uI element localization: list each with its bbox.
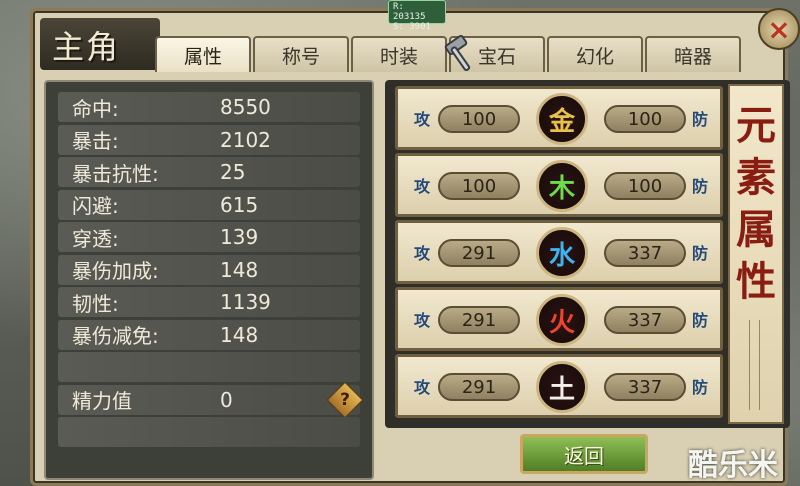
attack-tag: 攻 bbox=[413, 177, 430, 196]
attack-tag: 攻 bbox=[413, 311, 430, 330]
help-icon[interactable]: ? bbox=[326, 381, 364, 418]
metal-element-icon: 金 bbox=[536, 93, 588, 145]
tooltip-line-1: R: 203135 bbox=[393, 2, 426, 22]
stat-row-crit-damage-reduction: 暴伤减免: 148 bbox=[58, 319, 360, 350]
defense-value: 100 bbox=[604, 172, 686, 200]
defense-tag: 防 bbox=[691, 311, 708, 330]
stat-value: 25 bbox=[220, 160, 246, 184]
stat-value: 0 bbox=[220, 387, 233, 412]
watermark: 酷乐米 bbox=[688, 448, 778, 483]
attack-tag: 攻 bbox=[413, 244, 430, 263]
stat-row-empty bbox=[58, 417, 360, 447]
page-title: 主角 bbox=[52, 28, 121, 66]
stat-label: 精力值 bbox=[72, 389, 132, 413]
tab-attributes[interactable]: 属性 bbox=[155, 36, 251, 72]
stat-value: 148 bbox=[220, 322, 259, 347]
stat-row-penetration: 穿透: 139 bbox=[58, 222, 360, 252]
attack-value: 100 bbox=[438, 172, 520, 200]
attack-value: 100 bbox=[438, 105, 520, 133]
element-row-water: 攻 291 水 337 防 bbox=[395, 220, 723, 284]
stat-value: 1139 bbox=[220, 290, 271, 314]
defense-tag: 防 bbox=[691, 110, 708, 129]
stat-row-toughness: 韧性: 1139 bbox=[58, 287, 360, 317]
defense-value: 337 bbox=[604, 373, 686, 401]
stat-value: 139 bbox=[220, 225, 259, 249]
element-row-wood: 攻 100 木 100 防 bbox=[395, 153, 723, 217]
coordinate-tooltip: R: 203135 S: 3901 bbox=[388, 0, 446, 32]
stat-label: 暴击: bbox=[72, 129, 119, 153]
stat-row-hit: 命中: 8550 bbox=[58, 92, 360, 122]
stat-row-dodge: 闪避: 615 bbox=[58, 189, 360, 220]
stat-row-crit-resist: 暴击抗性: 25 bbox=[58, 157, 360, 187]
stat-label: 暴伤减免: bbox=[72, 324, 159, 348]
attack-tag: 攻 bbox=[413, 110, 430, 129]
tab-hidden-weapons[interactable]: 暗器 bbox=[645, 36, 741, 72]
water-element-icon: 水 bbox=[536, 227, 588, 279]
element-row-metal: 攻 100 金 100 防 bbox=[395, 86, 723, 150]
close-icon: × bbox=[767, 12, 791, 46]
defense-value: 100 bbox=[604, 105, 686, 133]
stat-row-energy: 精力值 0 ? bbox=[58, 381, 364, 418]
stat-label: 穿透: bbox=[72, 226, 119, 251]
stat-label: 闪避: bbox=[72, 194, 119, 218]
stat-label: 暴伤加成: bbox=[72, 259, 159, 283]
tab-titles[interactable]: 称号 bbox=[253, 36, 349, 72]
tab-fashion[interactable]: 时装 bbox=[351, 36, 447, 72]
defense-tag: 防 bbox=[691, 244, 708, 263]
close-button[interactable]: × bbox=[758, 8, 800, 50]
attack-value: 291 bbox=[438, 373, 520, 401]
scroll-inscription bbox=[744, 320, 768, 410]
wood-element-icon: 木 bbox=[536, 160, 588, 212]
attack-tag: 攻 bbox=[413, 378, 430, 397]
element-row-earth: 攻 291 土 337 防 bbox=[395, 354, 723, 418]
attack-value: 291 bbox=[438, 306, 520, 334]
stat-value: 2102 bbox=[220, 127, 271, 152]
help-icon-glyph: ? bbox=[340, 389, 350, 410]
fire-element-icon: 火 bbox=[536, 294, 588, 346]
back-button[interactable]: 返回 bbox=[520, 434, 648, 474]
stat-label: 命中: bbox=[72, 96, 119, 121]
stats-panel: 命中: 8550 暴击: 2102 暴击抗性: 25 闪避: 615 穿透: 1… bbox=[44, 80, 374, 480]
earth-element-icon: 土 bbox=[536, 361, 588, 413]
stat-value: 8550 bbox=[220, 95, 271, 119]
defense-value: 337 bbox=[604, 239, 686, 267]
defense-tag: 防 bbox=[691, 177, 708, 196]
tab-transform[interactable]: 幻化 bbox=[547, 36, 643, 72]
stat-label: 韧性: bbox=[72, 291, 119, 316]
element-row-fire: 攻 291 火 337 防 bbox=[395, 287, 723, 351]
tooltip-line-2: S: 3901 bbox=[393, 22, 431, 32]
stat-row-empty bbox=[58, 352, 360, 382]
stat-value: 148 bbox=[220, 257, 259, 282]
defense-value: 337 bbox=[604, 306, 686, 334]
stat-value: 615 bbox=[220, 192, 259, 217]
attack-value: 291 bbox=[438, 239, 520, 267]
stat-label: 暴击抗性: bbox=[72, 161, 159, 186]
scroll-title: 元素属性 bbox=[736, 102, 776, 305]
defense-tag: 防 bbox=[691, 378, 708, 397]
hammer-icon[interactable] bbox=[440, 34, 480, 74]
stat-row-crit-damage-bonus: 暴伤加成: 148 bbox=[58, 254, 360, 285]
stat-row-crit: 暴击: 2102 bbox=[58, 124, 360, 155]
